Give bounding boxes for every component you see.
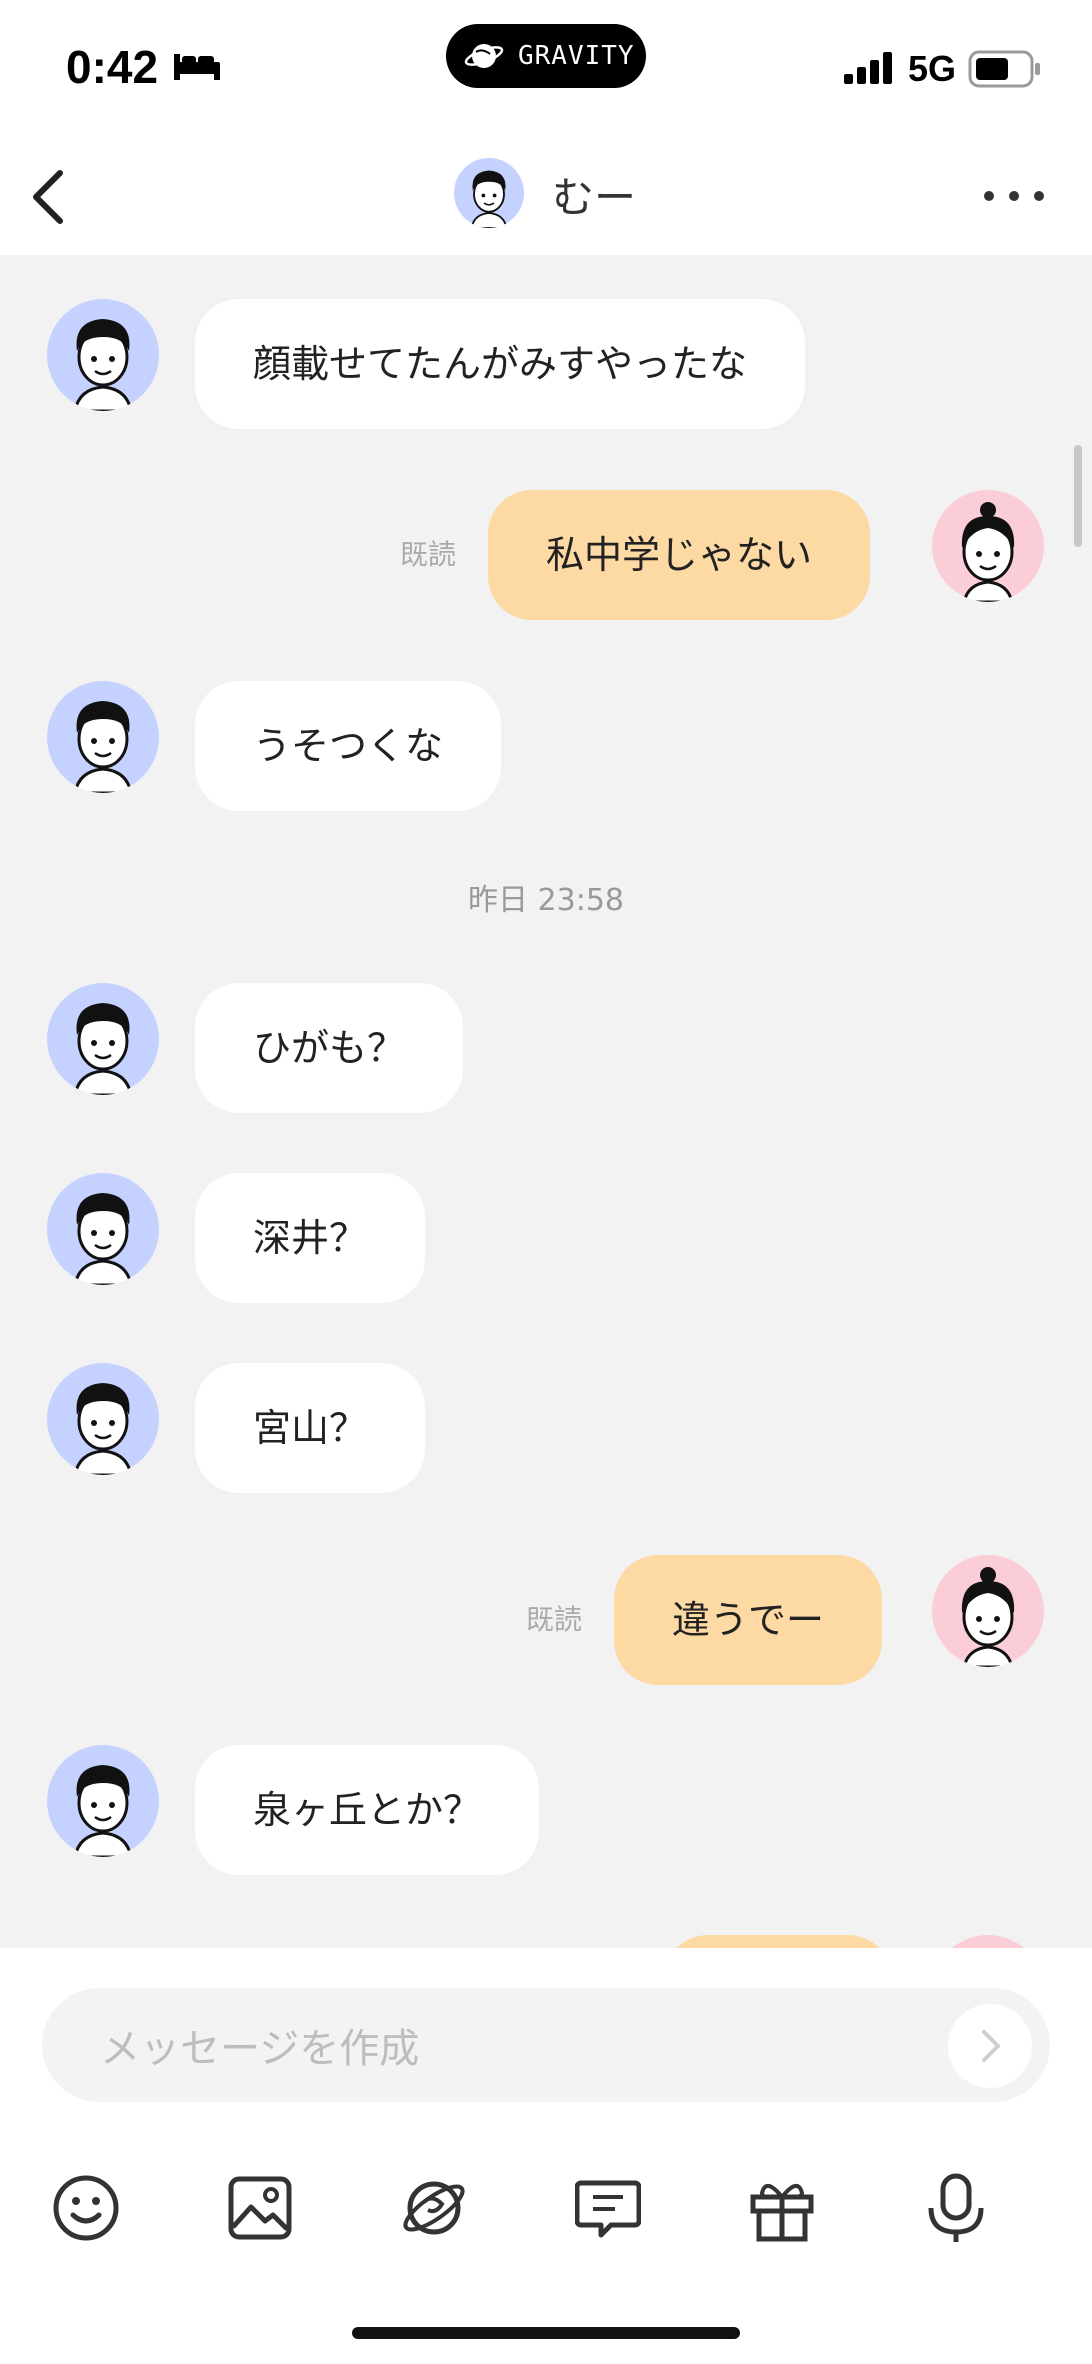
sender-avatar[interactable] xyxy=(47,983,159,1095)
more-dot-icon xyxy=(1009,191,1019,201)
sender-avatar[interactable] xyxy=(47,681,159,793)
planet-icon xyxy=(403,2181,465,2235)
status-bar: 0:42 GRAVITY 5G xyxy=(0,0,1092,140)
message-bubble[interactable]: 顔載せてたんがみすやったな xyxy=(195,299,806,429)
more-dot-icon xyxy=(984,191,994,201)
boy-avatar-icon xyxy=(73,1193,133,1285)
chevron-left-icon xyxy=(33,170,63,224)
read-receipt: 既読 xyxy=(400,538,457,571)
my-avatar[interactable] xyxy=(932,1935,1044,1948)
chat-area[interactable]: 顔載せてたんがみすやったな 既読 私中学じゃない うそつくな 昨日 23:58 … xyxy=(0,255,1092,1948)
sender-avatar[interactable] xyxy=(47,1173,159,1285)
boy-avatar-icon xyxy=(73,1765,133,1857)
contact-avatar[interactable] xyxy=(454,158,524,228)
boy-avatar-icon xyxy=(73,319,133,411)
sender-avatar[interactable] xyxy=(47,1363,159,1475)
message-bubble[interactable]: ひがも？ xyxy=(195,983,464,1113)
pill-label: GRAVITY xyxy=(518,41,635,71)
chat-list-icon xyxy=(575,2180,641,2238)
message-bubble[interactable]: 深井？ xyxy=(195,1173,426,1303)
message-bubble[interactable]: 宮山？ xyxy=(195,1363,426,1493)
boy-avatar-icon xyxy=(73,1383,133,1475)
planet-logo-icon xyxy=(464,44,504,68)
network-label: 5G xyxy=(908,48,957,89)
message-bubble-partial[interactable] xyxy=(664,1935,892,1948)
image-button[interactable] xyxy=(220,2168,300,2248)
gift-button[interactable] xyxy=(742,2168,822,2248)
sender-avatar[interactable] xyxy=(47,299,159,411)
stamp-list-button[interactable] xyxy=(568,2168,648,2248)
my-avatar[interactable] xyxy=(932,1555,1044,1667)
boy-avatar-icon xyxy=(470,170,508,228)
planet-button[interactable] xyxy=(394,2168,474,2248)
chat-header: むー xyxy=(0,140,1092,255)
message-input[interactable]: メッセージを作成 xyxy=(42,1988,1050,2102)
more-dot-icon xyxy=(1034,191,1044,201)
message-bubble[interactable]: 違うでー xyxy=(614,1555,883,1685)
home-indicator[interactable] xyxy=(352,2327,740,2339)
composer-bar: メッセージを作成 xyxy=(0,1948,1092,2364)
girl-avatar-icon xyxy=(961,502,1015,602)
gift-icon xyxy=(750,2184,814,2242)
send-button[interactable] xyxy=(948,2004,1032,2088)
sleep-bed-icon xyxy=(174,54,220,80)
read-receipt: 既読 xyxy=(526,1603,583,1636)
chevron-right-icon xyxy=(982,2030,1000,2062)
boy-avatar-icon xyxy=(73,701,133,793)
status-time: 0:42 xyxy=(66,41,159,93)
my-avatar[interactable] xyxy=(932,490,1044,602)
boy-avatar-icon xyxy=(73,1003,133,1095)
scrollbar[interactable] xyxy=(1074,445,1082,547)
message-bubble[interactable]: 私中学じゃない xyxy=(488,490,871,620)
smile-icon xyxy=(53,2175,119,2241)
voice-button[interactable] xyxy=(916,2168,996,2248)
message-bubble[interactable]: 泉ヶ丘とか？ xyxy=(195,1745,540,1875)
more-options-button[interactable] xyxy=(984,176,1044,216)
sender-avatar[interactable] xyxy=(47,1745,159,1857)
back-button[interactable] xyxy=(18,162,78,232)
emoji-button[interactable] xyxy=(46,2168,126,2248)
battery-icon xyxy=(968,50,1040,88)
app-pill[interactable]: GRAVITY xyxy=(446,24,646,88)
girl-avatar-icon xyxy=(961,1567,1015,1667)
signal-icon xyxy=(844,52,892,84)
image-icon xyxy=(228,2176,292,2240)
microphone-icon xyxy=(928,2173,984,2242)
date-separator: 昨日 23:58 xyxy=(468,883,624,918)
contact-name[interactable]: むー xyxy=(552,164,636,225)
message-bubble[interactable]: うそつくな xyxy=(195,681,502,811)
